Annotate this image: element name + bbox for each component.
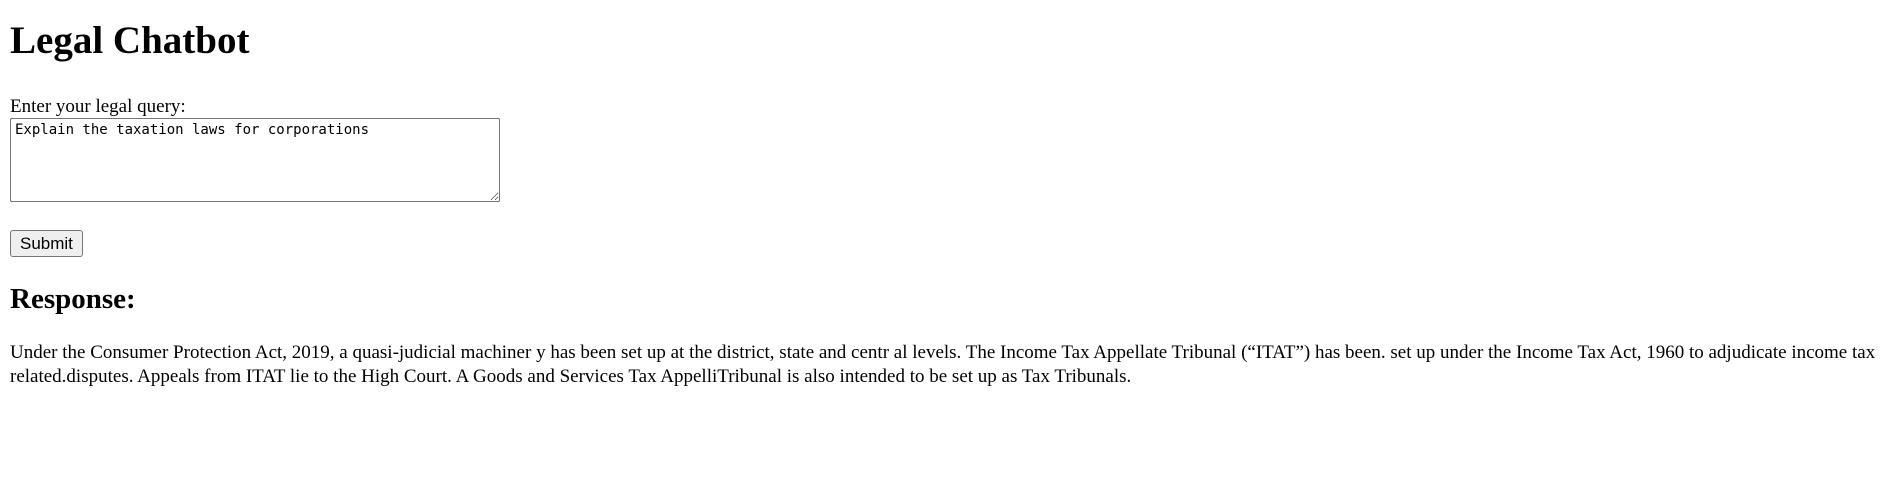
page-title: Legal Chatbot: [10, 19, 250, 62]
response-text: Under the Consumer Protection Act, 2019,…: [10, 342, 1876, 387]
response-heading: Response:: [10, 283, 136, 315]
submit-button[interactable]: Submit: [10, 230, 83, 257]
page-container: Legal Chatbot Enter your legal query: Su…: [0, 18, 1899, 389]
query-label: Enter your legal query:: [10, 96, 186, 117]
query-input[interactable]: [10, 118, 500, 202]
